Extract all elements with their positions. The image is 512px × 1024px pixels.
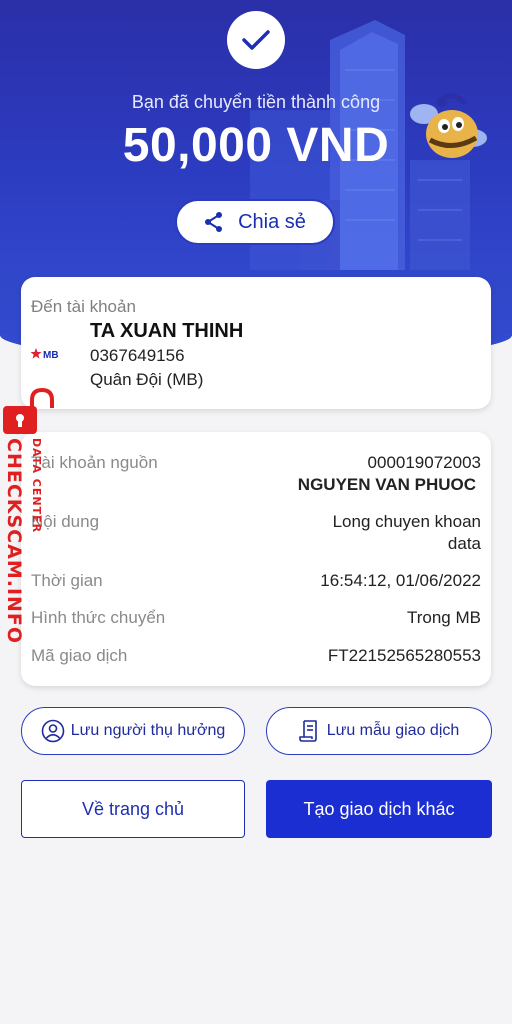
watermark-sub-text: DATA CENTER <box>30 438 43 534</box>
receipt-icon <box>298 720 317 742</box>
to-account-label: Đến tài khoản <box>31 297 136 316</box>
mb-bank-logo-icon: MB <box>30 348 59 361</box>
recipient-account-number: 0367649156 <box>90 346 185 365</box>
share-button[interactable]: Chia sẻ <box>175 199 335 245</box>
recipient-card: Đến tài khoản MB TA XUAN THINH 036764915… <box>21 277 491 409</box>
save-payee-button[interactable]: Lưu người thụ hưởng <box>21 707 245 755</box>
save-template-button[interactable]: Lưu mẫu giao dịch <box>266 707 492 755</box>
transaction-id-label: Mã giao dịch <box>31 646 128 665</box>
watermark-main-text: CHECKSCAM.INFO <box>3 438 25 645</box>
success-message: Bạn đã chuyển tiền thành công <box>131 92 381 112</box>
transaction-details-card: Tài khoản nguồn 000019072003 NGUYEN VAN … <box>21 432 491 686</box>
share-label: Chia sẻ <box>238 210 306 233</box>
success-check-badge <box>227 11 285 69</box>
new-transaction-button[interactable]: Tạo giao dịch khác <box>266 780 492 838</box>
source-account-number: 000019072003 <box>367 453 481 472</box>
share-icon <box>205 212 223 232</box>
home-button[interactable]: Về trang chủ <box>21 780 245 838</box>
check-icon <box>242 30 270 50</box>
transaction-id-value: FT22152565280553 <box>327 646 481 665</box>
content-value-line2: data <box>447 534 481 553</box>
save-template-label: Lưu mẫu giao dịch <box>326 722 460 739</box>
padlock-icon <box>3 388 54 434</box>
save-payee-label: Lưu người thụ hưởng <box>70 722 226 739</box>
recipient-bank-name: Quân Đội (MB) <box>90 370 204 389</box>
time-value: 16:54:12, 01/06/2022 <box>320 571 481 590</box>
user-icon <box>41 719 65 743</box>
transfer-amount: 50,000 VND <box>122 119 390 172</box>
content-value-line1: Long chuyen khoan <box>332 512 481 531</box>
recipient-name: TA XUAN THINH <box>90 320 244 342</box>
source-account-name: NGUYEN VAN PHUOC <box>297 475 476 494</box>
mb-logo-text: MB <box>43 350 59 361</box>
transfer-method-value: Trong MB <box>406 608 481 627</box>
